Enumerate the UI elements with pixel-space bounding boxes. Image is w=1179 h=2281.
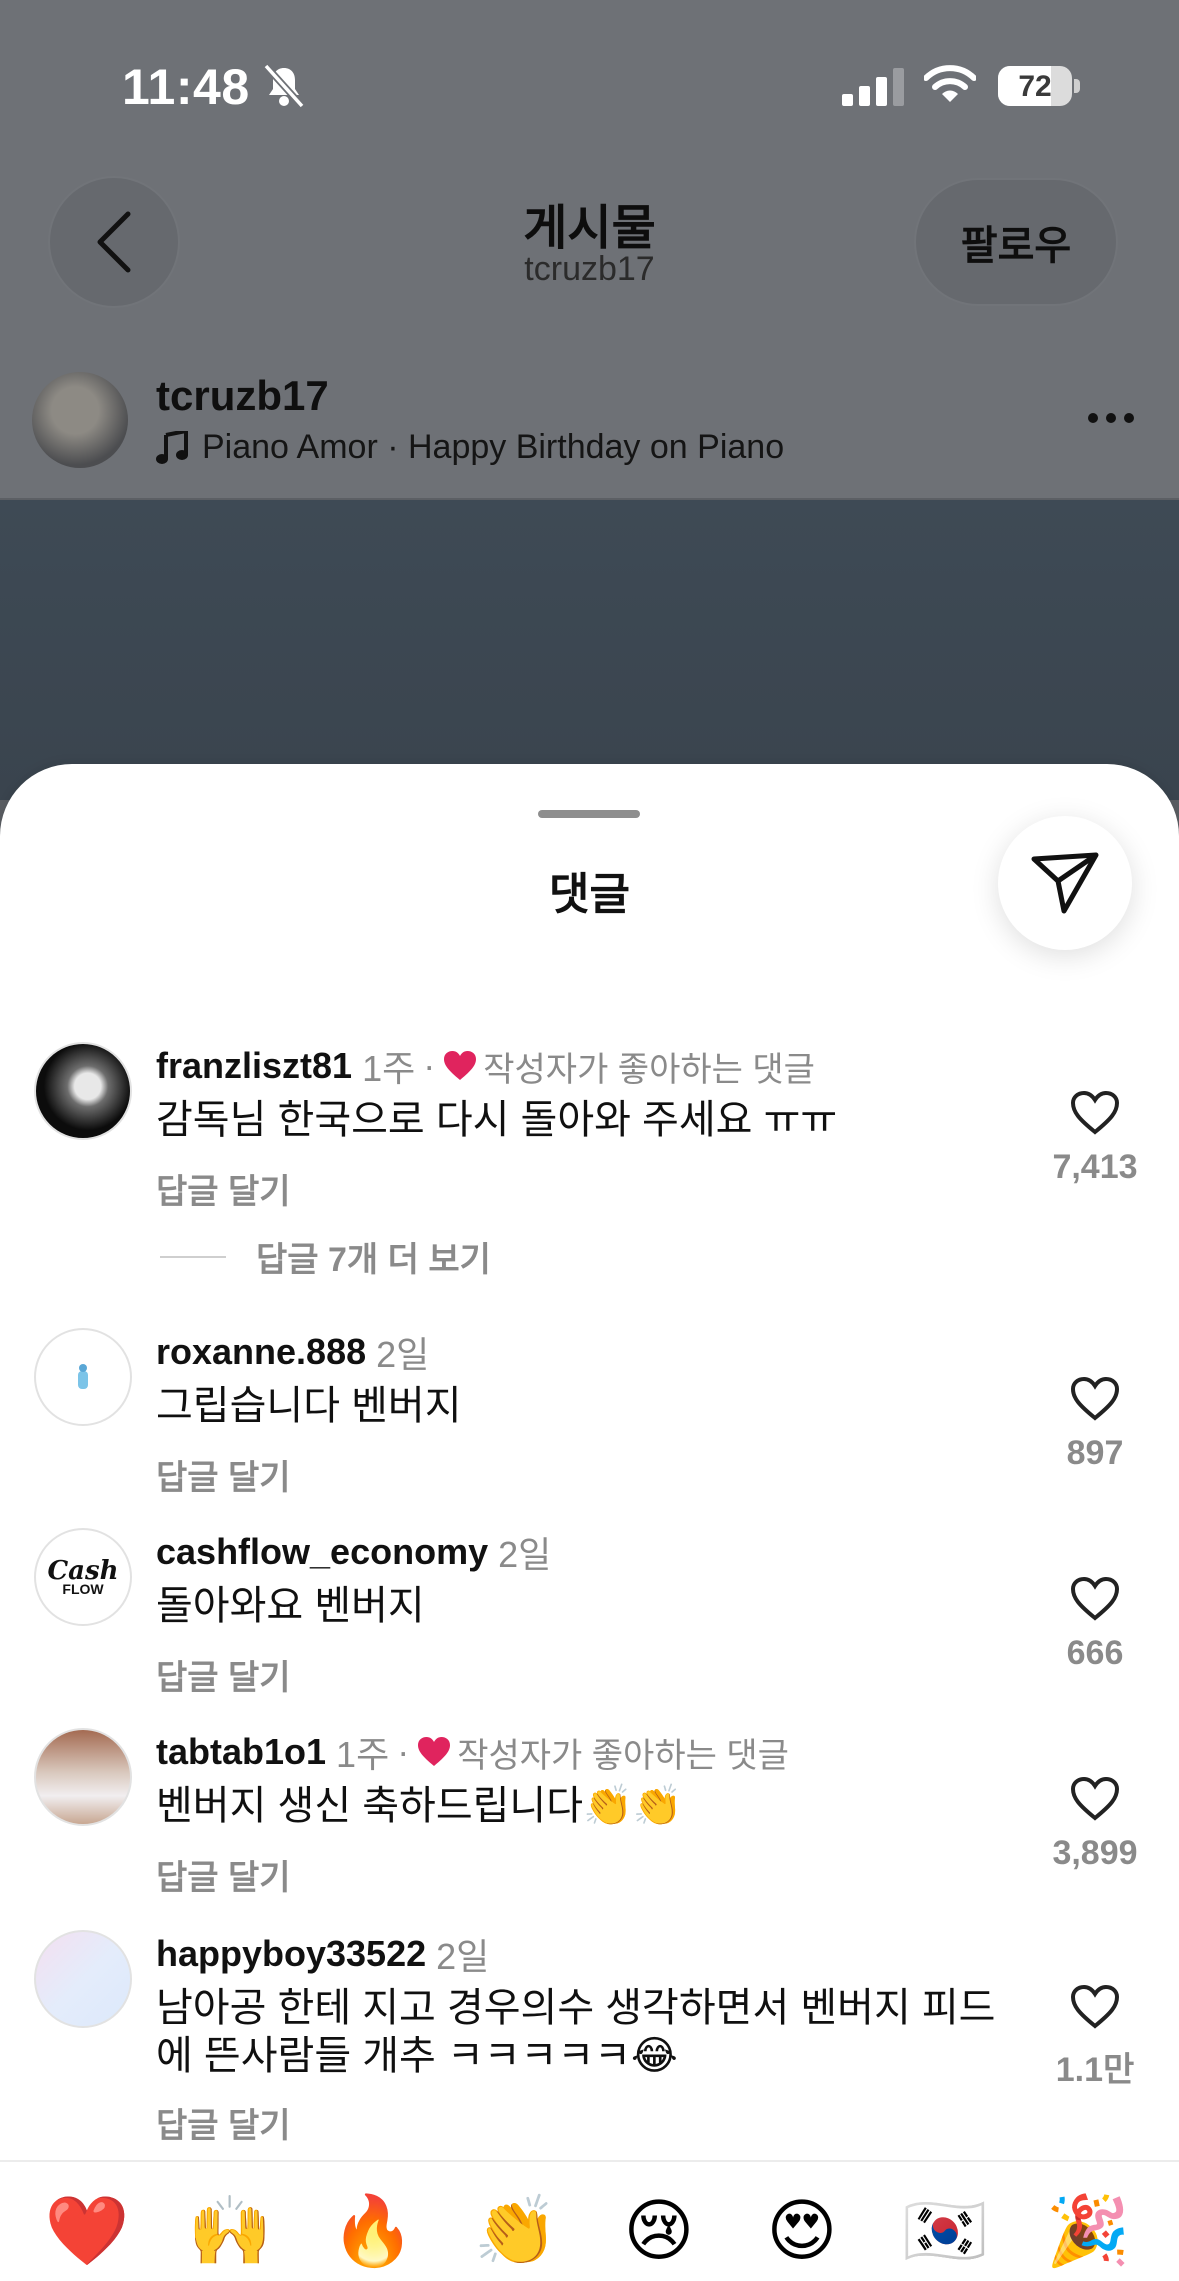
emoji-heart-eyes-button[interactable]: 😍 <box>757 2192 847 2281</box>
comment-time: 2일 <box>376 1334 430 1375</box>
like-count: 3,899 <box>1052 1834 1138 1872</box>
signal-icon <box>842 68 904 106</box>
view-more-line <box>160 1255 226 1258</box>
emoji-crying-button[interactable]: 😢 <box>614 2192 704 2281</box>
heart-outline-icon <box>1070 1984 1120 2029</box>
music-note-icon <box>156 430 188 464</box>
status-time: 11:48 <box>122 59 250 115</box>
comment-like[interactable]: 666 <box>1010 1576 1179 1673</box>
sheet-grabber[interactable] <box>538 810 640 818</box>
comment-header: happyboy33522 2일 <box>156 1928 489 1980</box>
comment-time: 2일 <box>498 1534 552 1575</box>
comment-avatar[interactable] <box>34 1328 132 1426</box>
like-count: 7,413 <box>1052 1148 1138 1186</box>
creator-heart-icon <box>444 1051 477 1080</box>
comment-avatar[interactable] <box>34 1042 132 1140</box>
emoji-fire-button[interactable]: 🔥 <box>328 2192 418 2281</box>
heart-outline-icon <box>1070 1090 1120 1135</box>
comment-time: 2일 <box>436 1936 490 1977</box>
comment-like[interactable]: 1.1만 <box>1010 1984 1179 2091</box>
like-count: 666 <box>1066 1634 1124 1672</box>
emoji-korea-flag-button[interactable]: 🇰🇷 <box>900 2192 990 2281</box>
silent-bell-icon <box>263 63 305 109</box>
post-author-username[interactable]: tcruzb17 <box>156 372 329 420</box>
emoji-party-button[interactable]: 🎉 <box>1043 2192 1133 2281</box>
avatar-brand-subtext: FLOW <box>62 1581 104 1597</box>
comment-text: 벤버지 생신 축하드립니다👏👏 <box>156 1784 683 1828</box>
post-media <box>0 500 1179 800</box>
comment-header: franzliszt81 1주 · 작성자가 좋아하는 댓글 <box>156 1040 815 1092</box>
heart-outline-icon <box>1070 1376 1120 1421</box>
paper-plane-icon <box>1031 852 1099 914</box>
reply-button[interactable]: 답글 달기 <box>156 1850 291 1899</box>
heart-outline-icon <box>1070 1576 1120 1621</box>
wifi-icon <box>924 65 976 102</box>
comment-avatar[interactable] <box>34 1930 132 2028</box>
view-more-replies[interactable]: 답글 7개 더 보기 <box>160 1232 491 1281</box>
status-bar: 11:48 72 <box>0 0 1179 170</box>
post-music-info[interactable]: Piano Amor · Happy Birthday on Piano <box>156 428 784 467</box>
comment-like[interactable]: 3,899 <box>1010 1776 1179 1873</box>
comment-time: 1주 <box>336 1734 390 1775</box>
like-count: 1.1만 <box>1055 2051 1135 2089</box>
view-more-label: 답글 7개 더 보기 <box>256 1241 491 1279</box>
battery-cap <box>1074 79 1080 93</box>
emoji-clap-button[interactable]: 👏 <box>471 2192 561 2281</box>
comment-username[interactable]: roxanne.888 <box>156 1331 366 1373</box>
reply-button[interactable]: 답글 달기 <box>156 1164 291 1213</box>
comment-like[interactable]: 7,413 <box>1010 1090 1179 1187</box>
share-button[interactable] <box>998 816 1132 950</box>
more-options-icon[interactable] <box>1086 410 1136 426</box>
post-author-avatar[interactable] <box>32 372 128 468</box>
creator-liked-label: 작성자가 좋아하는 댓글 <box>457 1736 789 1775</box>
separator-dot: · <box>423 1045 436 1086</box>
comment-header: cashflow_economy 2일 <box>156 1526 551 1578</box>
emoji-reaction-bar: ❤️ 🙌 🔥 👏 😢 😍 🇰🇷 🎉 <box>0 2160 1179 2281</box>
comment-text: 그립습니다 벤버지 <box>156 1384 462 1428</box>
comment-username[interactable]: tabtab1o1 <box>156 1731 326 1773</box>
like-count: 897 <box>1066 1434 1124 1472</box>
comment-username[interactable]: cashflow_economy <box>156 1531 488 1573</box>
avatar-figure-icon <box>78 1364 88 1389</box>
comment-username[interactable]: happyboy33522 <box>156 1933 426 1975</box>
comment-header: roxanne.888 2일 <box>156 1326 429 1378</box>
comment-text: 감독님 한국으로 다시 돌아와 주세요 ㅠㅠ <box>156 1098 838 1142</box>
emoji-raised-hands-button[interactable]: 🙌 <box>185 2192 275 2281</box>
comment-time: 1주 <box>362 1048 416 1089</box>
battery-percent: 72 <box>1018 70 1052 103</box>
comment-like[interactable]: 897 <box>1010 1376 1179 1473</box>
comment-avatar[interactable] <box>34 1728 132 1826</box>
comment-header: tabtab1o1 1주 · 작성자가 좋아하는 댓글 <box>156 1726 789 1778</box>
reply-button[interactable]: 답글 달기 <box>156 1650 291 1699</box>
heart-outline-icon <box>1070 1776 1120 1821</box>
creator-liked-label: 작성자가 좋아하는 댓글 <box>483 1050 815 1089</box>
separator-dot: · <box>397 1731 410 1772</box>
reply-button[interactable]: 답글 달기 <box>156 2098 291 2147</box>
music-title: Piano Amor · Happy Birthday on Piano <box>202 428 785 466</box>
comment-avatar[interactable]: Cash FLOW <box>34 1528 132 1626</box>
emoji-heart-button[interactable]: ❤️ <box>42 2192 132 2281</box>
battery-indicator: 72 <box>998 66 1072 106</box>
follow-button[interactable]: 팔로우 <box>914 178 1118 306</box>
comments-sheet: 댓글 franzliszt81 1주 · 작성자가 좋아하는 댓글 감독님 한국… <box>0 764 1179 2281</box>
creator-heart-icon <box>418 1737 451 1766</box>
comment-username[interactable]: franzliszt81 <box>156 1045 352 1087</box>
comment-text: 돌아와요 벤버지 <box>156 1584 425 1628</box>
reply-button[interactable]: 답글 달기 <box>156 1450 291 1499</box>
comment-text: 남아공 한테 지고 경우의수 생각하면서 벤버지 피드에 뜬사람들 개추 ㅋㅋㅋ… <box>156 1986 996 2078</box>
